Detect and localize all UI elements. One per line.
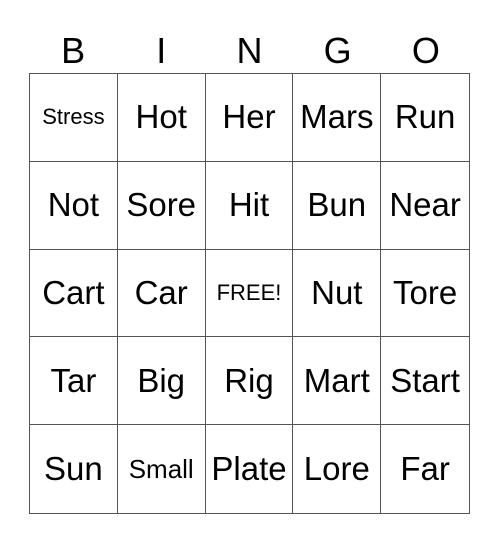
bingo-cell[interactable]: Tar [30,337,118,426]
bingo-cell[interactable]: Run [381,74,469,162]
bingo-cell[interactable]: Big [117,337,206,426]
bingo-header: B I N G O [29,28,470,73]
bingo-cell[interactable]: Not [30,161,118,250]
bingo-cell[interactable]: Mars [293,74,382,162]
bingo-cell[interactable]: Sun [30,425,118,513]
bingo-cell[interactable]: Her [205,74,294,162]
bingo-cell[interactable]: Bun [293,161,382,250]
bingo-cell[interactable]: Far [381,425,469,513]
bingo-cell[interactable]: Stress [30,74,118,162]
bingo-cell[interactable]: Cart [30,249,118,338]
header-letter-g: G [323,30,352,71]
header-letter-o: O [411,30,440,71]
bingo-card: Stress Hot Her Mars Run Not Sore Hit Bun… [29,73,470,514]
bingo-cell[interactable]: Nut [293,249,382,338]
bingo-cell[interactable]: Hit [205,161,294,250]
bingo-cell[interactable]: Mart [293,337,382,426]
bingo-cell[interactable]: Start [381,337,469,426]
bingo-cell[interactable]: Lore [293,425,382,513]
bingo-cell[interactable]: Plate [206,425,294,513]
header-letter-b: B [61,30,86,71]
header-letter-i: I [156,30,167,71]
bingo-cell[interactable]: Tore [381,250,469,338]
bingo-cell[interactable]: Near [381,162,469,250]
bingo-cell[interactable]: Hot [117,74,206,162]
bingo-cell[interactable]: Car [117,249,206,338]
header-letter-n: N [236,30,263,71]
free-space[interactable]: FREE! [205,249,294,338]
bingo-cell[interactable]: Sore [117,161,206,250]
bingo-cell[interactable]: Small [118,425,206,513]
bingo-cell[interactable]: Rig [205,337,294,426]
